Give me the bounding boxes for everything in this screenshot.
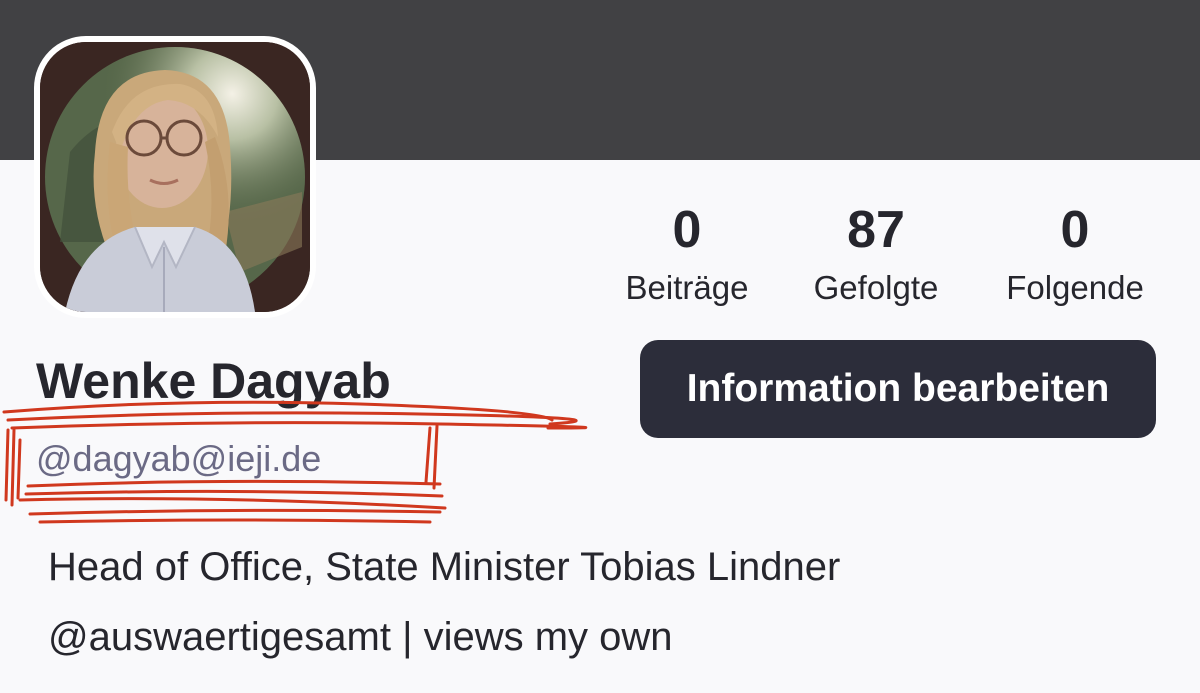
- bio-line: Head of Office, State Minister Tobias Li…: [48, 545, 841, 589]
- stat-posts[interactable]: 0 Beiträge: [612, 200, 762, 310]
- posts-label: Beiträge: [625, 269, 749, 306]
- avatar[interactable]: [40, 42, 310, 312]
- followers-count: 0: [1060, 201, 1090, 259]
- bio-line: @auswaertigesamt | views my own: [48, 615, 673, 659]
- profile-handle: @dagyab@ieji.de: [36, 438, 322, 479]
- following-count: 87: [847, 201, 905, 259]
- posts-count: 0: [672, 201, 702, 259]
- edit-profile-button[interactable]: Information bearbeiten: [640, 340, 1156, 438]
- stat-followers[interactable]: 0 Folgende: [990, 200, 1160, 310]
- following-label: Gefolgte: [813, 269, 939, 306]
- profile-bio: Head of Office, State Minister Tobias Li…: [48, 532, 1148, 672]
- display-name: Wenke Dagyab: [36, 353, 391, 409]
- stat-following[interactable]: 87 Gefolgte: [798, 200, 954, 310]
- followers-label: Folgende: [1006, 269, 1144, 306]
